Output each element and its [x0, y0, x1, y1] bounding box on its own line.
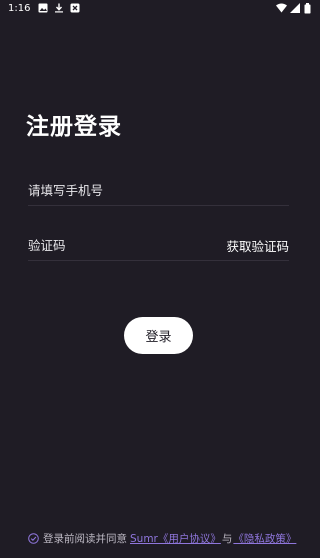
agreement-conjunction: 与	[221, 533, 233, 545]
verification-code-input[interactable]	[28, 238, 227, 253]
agreement-row: 登录前阅读并同意 Sumr《用户协议》 与 《隐私政策》	[28, 531, 296, 546]
code-field: 获取验证码	[28, 231, 289, 261]
app-icon	[70, 3, 80, 13]
get-code-button[interactable]: 获取验证码	[226, 236, 289, 255]
privacy-policy-link[interactable]: 《隐私政策》	[233, 531, 296, 546]
agreement-prefix: 登录前阅读并同意	[43, 533, 127, 545]
checkbox-icon[interactable]	[28, 533, 39, 544]
status-right-icons	[276, 3, 314, 14]
phone-field	[28, 176, 289, 206]
user-agreement-link[interactable]: Sumr《用户协议》	[130, 531, 221, 546]
login-screen: 1:16 注册登录 请填写手机号 验证码 获取验证码 登录 登录前阅读并同意 S…	[0, 0, 320, 558]
login-button[interactable]: 登录	[124, 317, 193, 354]
signal-icon	[290, 3, 300, 13]
battery-icon	[304, 3, 314, 14]
wifi-icon	[276, 3, 287, 13]
status-left-icons	[38, 3, 80, 13]
status-bar: 1:16	[0, 0, 320, 16]
image-icon	[38, 3, 48, 13]
download-icon	[54, 3, 64, 13]
phone-input[interactable]	[28, 183, 289, 198]
status-time: 1:16	[8, 2, 31, 14]
page-title: 注册登录	[26, 114, 122, 140]
